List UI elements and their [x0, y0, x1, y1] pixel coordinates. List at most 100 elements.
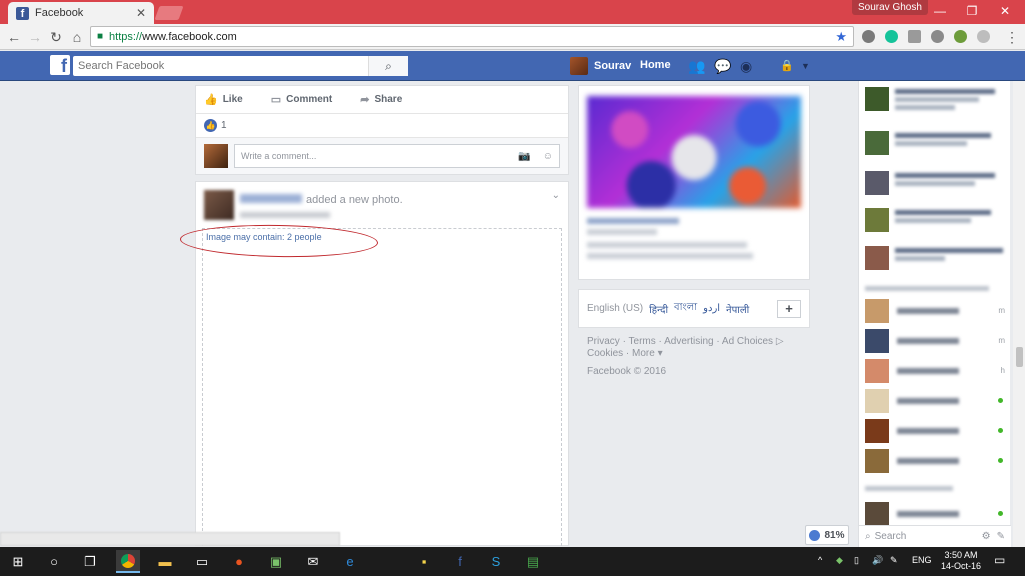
footer-link-privacy[interactable]: Privacy — [587, 336, 620, 347]
home-link[interactable]: Home — [640, 59, 671, 71]
network-icon[interactable]: ▯ — [854, 555, 859, 566]
language-option[interactable]: नेपाली — [726, 302, 749, 316]
task-view-icon[interactable]: ❐ — [78, 550, 102, 573]
terminal-icon[interactable]: ▭ — [190, 550, 214, 573]
minimize-button[interactable]: — — [925, 2, 955, 20]
chrome-icon[interactable] — [116, 550, 140, 573]
grammarly-icon[interactable] — [885, 30, 898, 43]
post-photo[interactable]: Image may contain: 2 people — [202, 228, 562, 546]
app-icon[interactable]: ▣ — [264, 550, 288, 573]
ticker-item[interactable] — [865, 131, 1009, 155]
post-timestamp[interactable] — [240, 212, 330, 218]
address-bar[interactable]: ■ https://www.facebook.com ★ — [90, 26, 854, 47]
language-option[interactable]: اردو — [703, 303, 720, 314]
ticker-item[interactable] — [865, 208, 1009, 232]
file-explorer-icon[interactable]: ▬ — [153, 550, 177, 573]
account-menu-chevron-icon[interactable]: ▼ — [801, 59, 810, 73]
cortana-circle-icon[interactable]: ○ — [42, 550, 66, 573]
ticker-item[interactable] — [865, 171, 1009, 195]
reload-icon[interactable]: ↻ — [47, 28, 65, 46]
extension-icon[interactable] — [977, 30, 990, 43]
comment-button[interactable]: ▭ Comment — [271, 93, 333, 106]
ad-text-line — [587, 253, 753, 259]
avatar[interactable] — [204, 190, 234, 220]
ticker-item[interactable] — [865, 246, 1009, 270]
footer-link-cookies[interactable]: Cookies — [587, 348, 623, 359]
chat-friend[interactable]: m — [865, 298, 1009, 323]
mail-icon[interactable]: ✉ — [301, 550, 325, 573]
language-option[interactable]: বাংলা — [674, 300, 697, 317]
facebook-logo-icon[interactable]: f — [50, 55, 70, 76]
footer-link-advertising[interactable]: Advertising — [664, 336, 713, 347]
sponsored-ad[interactable] — [578, 85, 810, 280]
profile-link[interactable]: Sourav — [570, 57, 631, 75]
emoji-icon[interactable]: ☺ — [543, 151, 553, 162]
facebook-app-icon[interactable]: f — [448, 550, 472, 573]
windows-start-icon[interactable]: ⊞ — [6, 550, 30, 573]
chat-friend[interactable] — [865, 448, 1009, 473]
browser-profile-badge[interactable]: Sourav Ghosh — [852, 0, 928, 15]
language-option[interactable]: हिन्दी — [649, 302, 668, 316]
ubuntu-icon[interactable]: ● — [227, 550, 251, 573]
window-close-button[interactable]: ✕ — [990, 2, 1020, 20]
zoom-badge[interactable]: 81% — [805, 525, 849, 545]
menu-dots-icon[interactable]: ⋮ — [1003, 28, 1021, 46]
tray-app-icon[interactable]: ✎ — [890, 555, 898, 566]
share-button[interactable]: ➦ Share — [360, 93, 402, 106]
scrollbar-thumb[interactable] — [1016, 347, 1023, 367]
add-language-button[interactable]: + — [777, 299, 801, 318]
chat-friend[interactable] — [865, 388, 1009, 413]
volume-icon[interactable]: 🔊 — [872, 555, 883, 566]
extension-icon[interactable] — [931, 30, 944, 43]
new-tab-button[interactable] — [154, 6, 184, 20]
privacy-lock-icon[interactable]: 🔒 — [780, 59, 794, 73]
like-summary[interactable]: 👍 1 — [196, 114, 568, 138]
chat-friend[interactable] — [865, 501, 1009, 526]
comment-input[interactable]: Write a comment... 📷 ☺ — [234, 144, 560, 168]
extension-icon[interactable] — [954, 30, 967, 43]
post-author-name[interactable] — [240, 194, 302, 203]
input-language[interactable]: ENG — [912, 555, 932, 565]
browser-tab[interactable]: f Facebook ✕ — [8, 2, 154, 24]
forward-arrow-icon[interactable]: → — [26, 28, 44, 46]
extension-icon[interactable] — [862, 30, 875, 43]
footer-link-terms[interactable]: Terms — [629, 336, 656, 347]
home-icon[interactable]: ⌂ — [68, 28, 86, 46]
chat-friend[interactable] — [865, 418, 1009, 443]
messages-icon[interactable]: 💬 — [714, 59, 731, 73]
like-button[interactable]: 👍 Like — [204, 93, 243, 106]
action-center-icon[interactable]: ▭ — [994, 553, 1005, 567]
chat-settings-gear-icon[interactable]: ⚙ — [982, 531, 991, 542]
sticky-notes-icon[interactable]: ▪ — [412, 550, 436, 573]
chat-search-input[interactable]: Search — [875, 531, 982, 542]
chat-friend[interactable]: m — [865, 328, 1009, 353]
skype-icon[interactable]: S — [484, 550, 508, 573]
page-scrollbar[interactable] — [1013, 81, 1025, 547]
footer-link-more[interactable]: More — [632, 348, 655, 359]
friend-requests-icon[interactable]: 👥 — [688, 59, 705, 73]
ticker-item[interactable] — [865, 87, 1009, 111]
taskbar-clock[interactable]: 3:50 AM 14-Oct-16 — [938, 550, 984, 572]
new-message-icon[interactable]: ✎ — [997, 531, 1005, 542]
camera-icon[interactable]: 📷 — [518, 151, 530, 162]
search-icon[interactable]: ⌕ — [368, 56, 408, 76]
post-options-chevron-icon[interactable]: ⌄ — [552, 190, 560, 201]
online-dot — [998, 428, 1003, 433]
avatar — [865, 171, 889, 195]
facebook-search-input[interactable] — [73, 57, 368, 75]
restore-button[interactable]: ❐ — [957, 2, 987, 20]
avatar — [204, 144, 228, 168]
tray-app-icon[interactable]: ◆ — [836, 555, 843, 566]
ad-image[interactable] — [587, 96, 801, 208]
bookmark-star-icon[interactable]: ★ — [835, 29, 847, 45]
ad-title[interactable] — [587, 218, 679, 224]
extension-icon[interactable] — [908, 30, 921, 43]
notifications-globe-icon[interactable]: ◉ — [740, 59, 752, 73]
tab-close-icon[interactable]: ✕ — [136, 6, 146, 20]
app-icon[interactable]: ▤ — [521, 550, 545, 573]
chat-friend[interactable]: h — [865, 358, 1009, 383]
edge-icon[interactable]: e — [338, 550, 362, 573]
back-arrow-icon[interactable]: ← — [5, 28, 23, 46]
footer-link-ad-choices[interactable]: Ad Choices — [722, 336, 773, 347]
tray-overflow-chevron-icon[interactable]: ^ — [818, 555, 822, 565]
